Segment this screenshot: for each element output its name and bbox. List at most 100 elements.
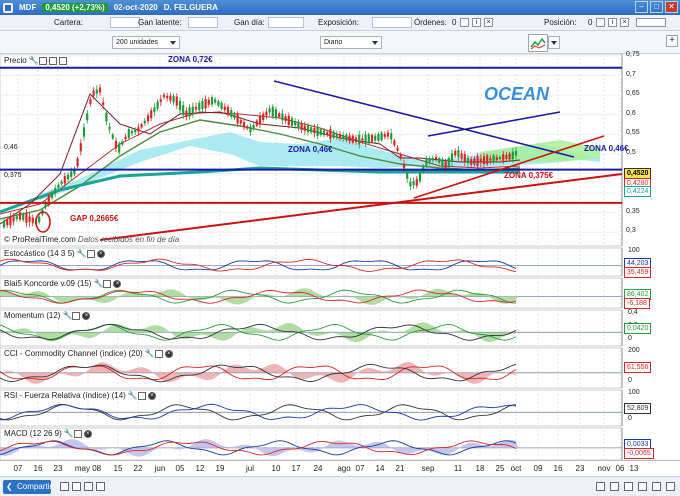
candle-body: [409, 181, 412, 187]
ordenes-checkbox[interactable]: [460, 18, 469, 27]
wrench-icon[interactable]: 🔧: [28, 56, 39, 65]
candle-body: [457, 149, 460, 158]
candle-body: [354, 137, 358, 143]
scroll-left-icon[interactable]: [596, 482, 605, 491]
wrench-icon[interactable]: 🔧: [127, 391, 138, 400]
indicator-value-tag: -0,0065: [624, 448, 654, 460]
chart-type-dropdown[interactable]: [548, 36, 560, 49]
price-axis-label: 0,75: [626, 50, 640, 58]
candle-body: [473, 158, 476, 165]
candle-body: [66, 174, 70, 180]
candle-body: [281, 113, 284, 121]
close-icon[interactable]: ×: [113, 279, 122, 288]
price-axis-label: 0,65: [626, 90, 640, 98]
candle-body: [479, 158, 482, 163]
indicator-axis-label: 200: [628, 347, 640, 354]
close-button[interactable]: ✕: [665, 1, 678, 13]
candle-body: [105, 112, 108, 122]
ordenes-close-icon[interactable]: ×: [484, 18, 493, 27]
price-panel-title: Precio: [4, 56, 27, 65]
candle-body: [50, 192, 54, 199]
add-indicator-button[interactable]: +: [666, 35, 678, 47]
posicion-value: 0: [588, 18, 593, 27]
candle-body: [111, 134, 114, 139]
window-icon[interactable]: [137, 391, 146, 400]
candle-body: [166, 95, 169, 99]
candle-body: [482, 156, 486, 165]
settings-icon[interactable]: [58, 56, 67, 65]
cartera-label: Cartera:: [54, 18, 83, 27]
window-icon[interactable]: [72, 311, 81, 320]
window-titlebar: MDF 0,4520 (+2,73%) 02-oct-2020 D. FELGU…: [0, 0, 680, 15]
candle-body: [169, 95, 172, 101]
pointer-icon[interactable]: [60, 482, 69, 491]
close-icon[interactable]: ×: [164, 349, 173, 358]
indicator-name: CCI - Commodity Channel (índice) (20): [4, 349, 143, 358]
zoom-in-icon[interactable]: [624, 482, 633, 491]
zona-046-mid-label: ZONA 0,46€: [288, 145, 333, 154]
zoom-out-icon[interactable]: [610, 482, 619, 491]
indicator-axis-label: 0,4: [628, 309, 638, 316]
price-axis-label: 0,7: [626, 70, 636, 78]
period-select[interactable]: Diario: [320, 36, 382, 49]
candle-body: [198, 102, 201, 111]
add-icon[interactable]: [48, 56, 57, 65]
candle-body: [134, 129, 137, 133]
close-icon[interactable]: ×: [96, 249, 105, 258]
indicator-value-tag: -6,188: [624, 297, 650, 309]
candle-body: [38, 216, 41, 223]
candle-body: [412, 181, 415, 186]
candle-body: [319, 129, 322, 135]
fullscreen-icon[interactable]: [652, 482, 661, 491]
window-icon[interactable]: [86, 249, 95, 258]
candle-body: [242, 122, 246, 128]
latente-label: Gan latente:: [138, 18, 182, 27]
window-icon[interactable]: [38, 56, 47, 65]
draw-icon[interactable]: [96, 482, 105, 491]
candle-body: [402, 163, 406, 169]
chart-type-button[interactable]: [528, 34, 548, 52]
candle-body: [159, 99, 162, 102]
candle-body: [127, 129, 130, 139]
window-icon[interactable]: [73, 429, 82, 438]
date-tick-label: 16: [553, 464, 563, 473]
candle-body: [511, 151, 514, 160]
zoom-icon[interactable]: [72, 482, 81, 491]
date-tick-label: 23: [53, 464, 63, 473]
wrench-icon[interactable]: 🔧: [144, 349, 155, 358]
units-select[interactable]: 200 unidades: [112, 36, 180, 49]
window-icon[interactable]: [103, 279, 112, 288]
wrench-icon[interactable]: 🔧: [76, 249, 87, 258]
scroll-right-icon[interactable]: [638, 482, 647, 491]
wrench-icon[interactable]: 🔧: [93, 279, 103, 288]
candle-body: [297, 121, 300, 129]
candle-body: [258, 116, 262, 124]
posicion-close-icon[interactable]: ×: [620, 18, 629, 27]
ordenes-info-icon[interactable]: i: [472, 18, 481, 27]
close-icon[interactable]: ×: [147, 391, 156, 400]
wrench-icon[interactable]: 🔧: [63, 429, 74, 438]
posicion-info-icon[interactable]: i: [608, 18, 617, 27]
wrench-icon[interactable]: 🔧: [62, 311, 72, 320]
chart-area[interactable]: Precio 🔧 © ProRealTime.com Datos recibid…: [0, 50, 680, 460]
candle-body: [12, 217, 15, 222]
posicion-checkbox[interactable]: [596, 18, 605, 27]
candle-body: [57, 184, 60, 188]
candle-body: [95, 89, 98, 94]
crosshair-icon[interactable]: [84, 482, 93, 491]
share-button[interactable]: Compartir: [3, 480, 52, 494]
candle-body: [239, 120, 242, 124]
close-icon[interactable]: ×: [83, 429, 92, 438]
candle-body: [236, 114, 239, 124]
app-icon: [3, 2, 13, 13]
candle-body: [470, 159, 473, 165]
minimize-button[interactable]: –: [635, 1, 648, 13]
candle-body: [102, 102, 105, 105]
menu-icon[interactable]: [666, 482, 675, 491]
maximize-button[interactable]: □: [650, 1, 663, 13]
candle-body: [290, 118, 294, 126]
candle-body: [137, 127, 140, 132]
price-axis-label: 0,55: [626, 129, 640, 137]
window-icon[interactable]: [154, 349, 163, 358]
close-icon[interactable]: ×: [82, 311, 91, 320]
